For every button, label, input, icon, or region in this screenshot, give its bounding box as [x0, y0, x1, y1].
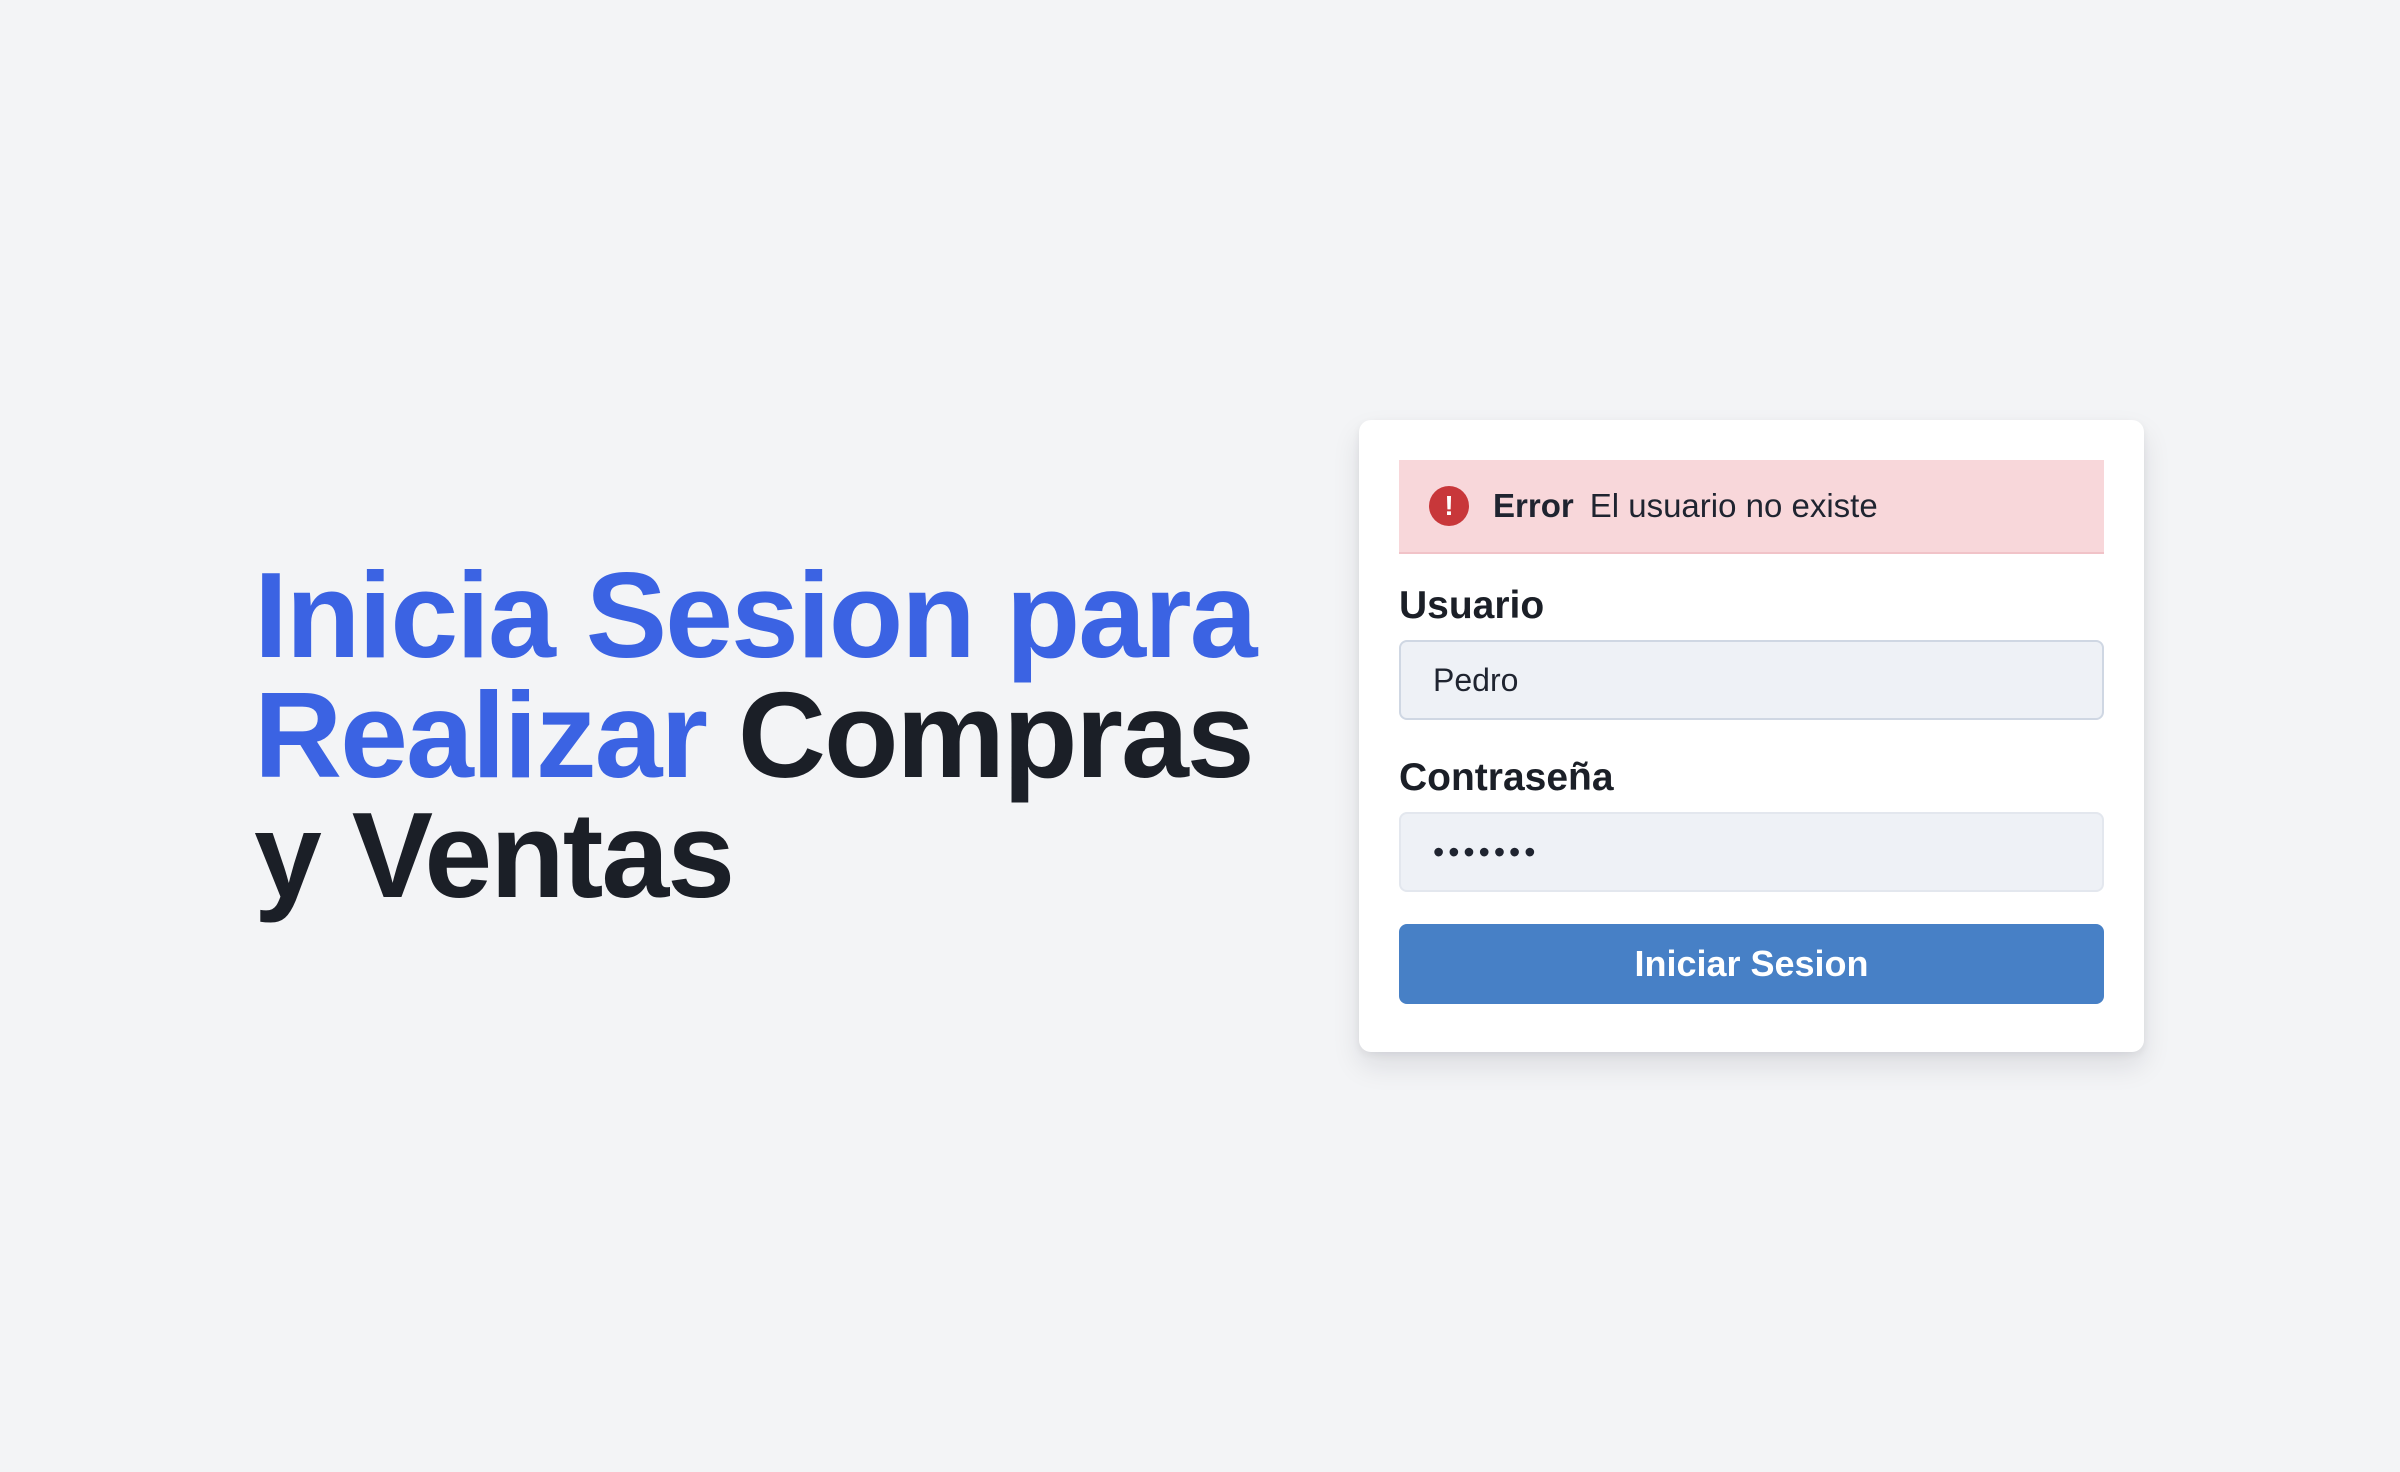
- login-card: ! Error El usuario no existe Usuario Con…: [1359, 420, 2144, 1052]
- alert-title: Error: [1493, 487, 1574, 524]
- error-alert: ! Error El usuario no existe: [1399, 460, 2104, 554]
- username-input[interactable]: [1399, 640, 2104, 720]
- exclamation-icon: !: [1429, 486, 1469, 526]
- password-label: Contraseña: [1399, 756, 1614, 799]
- hero-accent-word: Realizar: [254, 667, 708, 803]
- login-button[interactable]: Iniciar Sesion: [1399, 924, 2104, 1004]
- hero-line-1: Inicia Sesion para: [254, 547, 1257, 683]
- alert-message: El usuario no existe: [1589, 487, 1878, 524]
- hero-line-2-rest: Compras: [737, 667, 1255, 803]
- hero-line-3: y Ventas: [254, 787, 735, 923]
- hero-heading: Inicia Sesion para Realizar Compras y Ve…: [254, 554, 1314, 916]
- username-label: Usuario: [1399, 584, 1545, 627]
- password-input[interactable]: [1399, 812, 2104, 892]
